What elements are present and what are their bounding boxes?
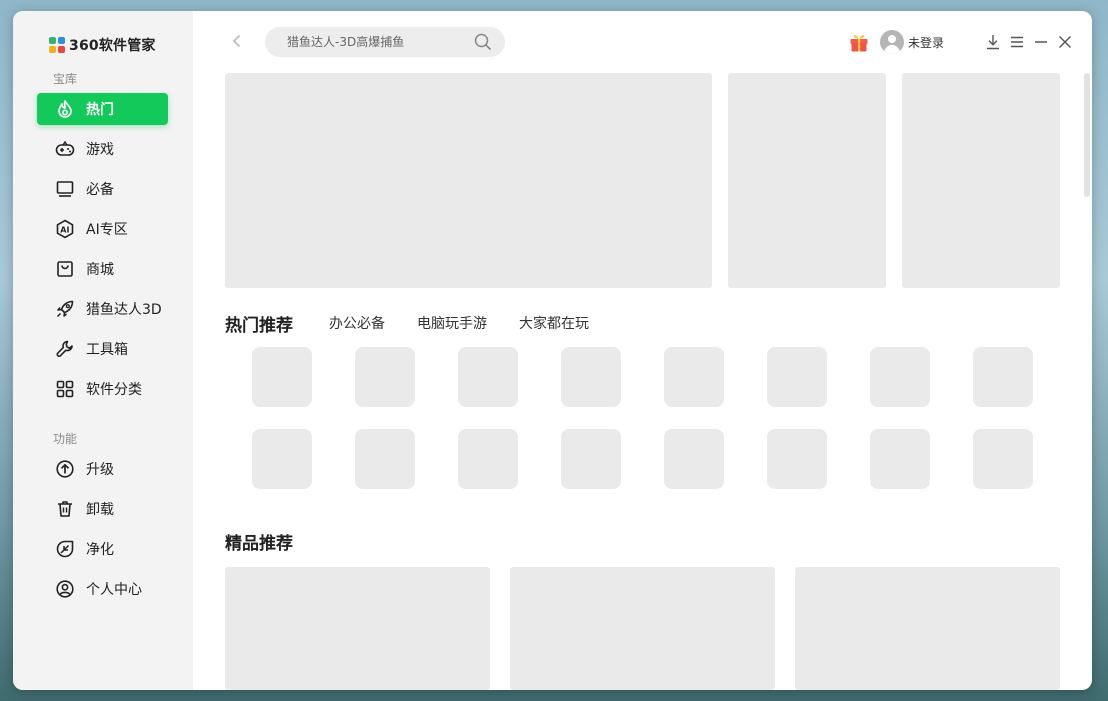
sidebar-item-games[interactable]: 游戏 — [37, 133, 168, 165]
sidebar-item-label: AI专区 — [86, 222, 128, 238]
sidebar-item-label: 升级 — [86, 462, 114, 478]
leaf-shield-icon — [56, 540, 74, 558]
flame-icon — [58, 100, 72, 118]
app-title: 360软件管家 — [69, 38, 156, 54]
tab-popular[interactable]: 大家都在玩 — [519, 313, 589, 333]
scrollbar-thumb[interactable] — [1084, 73, 1090, 197]
logo-icon — [49, 37, 65, 53]
login-status[interactable]: 未登录 — [908, 34, 944, 51]
app-icon-placeholder[interactable] — [252, 429, 312, 489]
section-label-functions: 功能 — [53, 432, 78, 446]
gamepad-icon — [55, 140, 75, 156]
featured-card[interactable] — [510, 567, 775, 690]
minimize-icon[interactable] — [1032, 33, 1050, 51]
search-icon[interactable] — [473, 32, 493, 52]
close-icon[interactable] — [1056, 33, 1074, 51]
main-content: 未登录 热门推荐 办公必备 电脑玩手游 大家都在玩 — [193, 11, 1092, 690]
sidebar: 360软件管家 宝库 热门 游戏 必备 AI AI专区 商城 猎鱼达人3D 工具… — [13, 11, 193, 690]
user-circle-icon — [56, 580, 74, 598]
sidebar-item-cleanup[interactable]: 净化 — [37, 533, 168, 565]
app-icon-placeholder[interactable] — [561, 347, 621, 407]
menu-icon[interactable] — [1008, 33, 1026, 51]
sidebar-item-label: 卸载 — [86, 502, 114, 518]
app-icon-placeholder[interactable] — [252, 347, 312, 407]
upgrade-arrow-icon — [56, 460, 74, 478]
sidebar-item-profile[interactable]: 个人中心 — [37, 573, 168, 605]
app-icon-placeholder[interactable] — [870, 347, 930, 407]
app-icon-placeholder[interactable] — [664, 347, 724, 407]
trash-icon — [58, 501, 72, 517]
app-icon-placeholder[interactable] — [870, 429, 930, 489]
app-icon-placeholder[interactable] — [664, 429, 724, 489]
back-arrow-icon[interactable] — [229, 33, 245, 49]
section-title-featured: 精品推荐 — [225, 534, 293, 554]
wrench-icon — [56, 340, 73, 357]
ai-hexagon-icon: AI — [56, 219, 74, 239]
sidebar-item-upgrade[interactable]: 升级 — [37, 453, 168, 485]
sidebar-item-label: 必备 — [86, 182, 114, 198]
sidebar-item-label: 热门 — [86, 102, 114, 118]
sidebar-item-store[interactable]: 商城 — [37, 253, 168, 285]
download-icon[interactable] — [984, 33, 1002, 51]
avatar[interactable] — [879, 30, 904, 54]
sidebar-item-essentials[interactable]: 必备 — [37, 173, 168, 205]
banner-side[interactable] — [728, 73, 886, 288]
rocket-icon — [56, 300, 74, 318]
app-logo: 360软件管家 — [49, 35, 156, 55]
sidebar-item-label: 游戏 — [86, 142, 114, 158]
sidebar-item-label: 商城 — [86, 262, 114, 278]
sidebar-item-categories[interactable]: 软件分类 — [37, 373, 168, 405]
shopping-bag-icon — [57, 261, 73, 277]
featured-card[interactable] — [225, 567, 490, 690]
sidebar-item-uninstall[interactable]: 卸载 — [37, 493, 168, 525]
app-icon-placeholder[interactable] — [561, 429, 621, 489]
app-icon-placeholder[interactable] — [458, 429, 518, 489]
app-icon-placeholder[interactable] — [355, 347, 415, 407]
banner-side[interactable] — [902, 73, 1060, 288]
sidebar-item-hot[interactable]: 热门 — [37, 93, 168, 125]
app-icon-placeholder[interactable] — [767, 347, 827, 407]
banner-main[interactable] — [225, 73, 712, 288]
search-input[interactable] — [265, 27, 505, 57]
app-window: 360软件管家 宝库 热门 游戏 必备 AI AI专区 商城 猎鱼达人3D 工具… — [13, 11, 1092, 690]
sidebar-item-label: 净化 — [86, 542, 114, 558]
tab-mobile-games[interactable]: 电脑玩手游 — [417, 313, 487, 333]
gift-icon[interactable] — [848, 31, 870, 53]
app-icon-placeholder[interactable] — [458, 347, 518, 407]
sidebar-item-toolbox[interactable]: 工具箱 — [37, 333, 168, 365]
section-label-treasury: 宝库 — [53, 72, 78, 86]
grid-icon — [56, 380, 74, 398]
app-icon-placeholder[interactable] — [973, 347, 1033, 407]
app-icon-placeholder[interactable] — [355, 429, 415, 489]
section-title-hot: 热门推荐 — [225, 316, 293, 336]
featured-card[interactable] — [795, 567, 1060, 690]
svg-text:AI: AI — [60, 226, 69, 235]
app-icon-placeholder[interactable] — [973, 429, 1033, 489]
sidebar-item-label: 个人中心 — [86, 582, 142, 598]
app-icon-placeholder[interactable] — [767, 429, 827, 489]
sidebar-item-label: 软件分类 — [86, 382, 142, 398]
sidebar-item-label: 猎鱼达人3D — [86, 302, 162, 318]
monitor-icon — [56, 181, 74, 197]
tab-office[interactable]: 办公必备 — [329, 313, 385, 333]
topbar-actions: 未登录 — [848, 27, 1074, 57]
sidebar-item-fishing-game[interactable]: 猎鱼达人3D — [37, 293, 168, 325]
sidebar-item-ai-zone[interactable]: AI AI专区 — [37, 213, 168, 245]
sidebar-item-label: 工具箱 — [86, 342, 128, 358]
